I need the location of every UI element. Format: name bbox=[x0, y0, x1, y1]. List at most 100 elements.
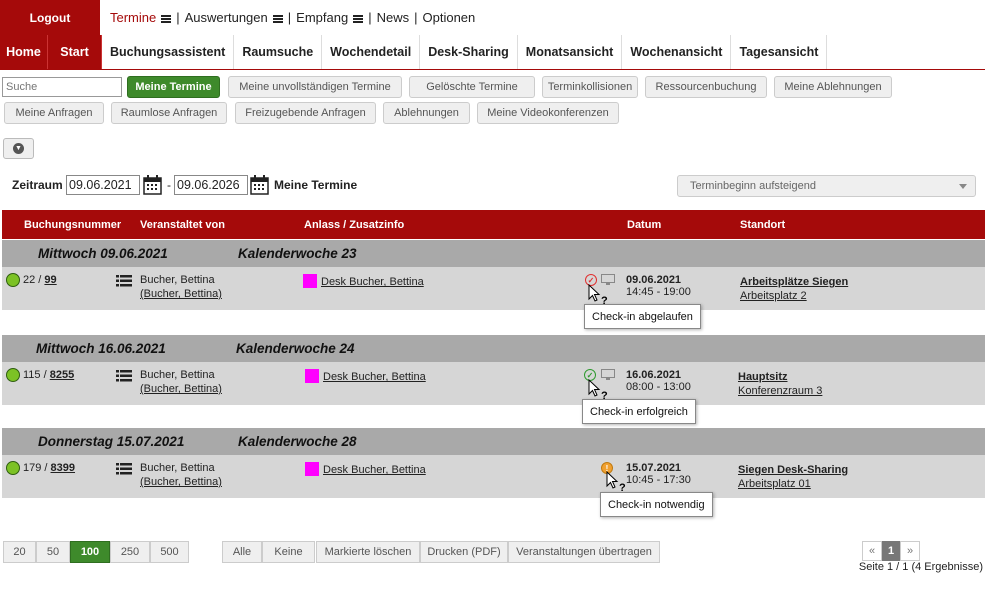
menu-termine[interactable]: Termine bbox=[110, 10, 172, 25]
booking-time: 10:45 - 17:30 bbox=[626, 474, 691, 486]
help-cursor-icon: ? bbox=[588, 284, 608, 306]
location-link[interactable]: Hauptsitz bbox=[738, 371, 788, 383]
booking-number: 179 / 8399 bbox=[23, 462, 75, 474]
filter-unvollstaendige[interactable]: Meine unvollständigen Termine bbox=[228, 76, 402, 98]
day-header: Mittwoch 09.06.2021 Kalenderwoche 23 bbox=[2, 240, 985, 267]
booking-prefix: 179 / bbox=[23, 462, 48, 474]
nav-raumsuche[interactable]: Raumsuche bbox=[234, 35, 323, 69]
booking-link[interactable]: 8399 bbox=[51, 462, 75, 474]
occasion-link[interactable]: Desk Bucher, Bettina bbox=[321, 276, 424, 288]
organizer-name: Bucher, Bettina bbox=[140, 369, 215, 381]
menu-separator: | bbox=[176, 10, 180, 25]
nav-tagesansicht[interactable]: Tagesansicht bbox=[731, 35, 828, 69]
page-size-100[interactable]: 100 bbox=[70, 541, 110, 563]
page-size-50[interactable]: 50 bbox=[36, 541, 70, 563]
calendar-icon[interactable] bbox=[143, 175, 162, 195]
table-row[interactable]: 115 / 8255 Bucher, Bettina (Bucher, Bett… bbox=[2, 362, 985, 405]
booking-link[interactable]: 99 bbox=[44, 274, 56, 286]
table-row[interactable]: 179 / 8399 Bucher, Bettina (Bucher, Bett… bbox=[2, 455, 985, 498]
calendar-icon[interactable] bbox=[250, 175, 269, 195]
booking-time: 08:00 - 13:00 bbox=[626, 381, 691, 393]
organizer-link[interactable]: (Bucher, Bettina) bbox=[140, 288, 222, 300]
pager-prev[interactable]: « bbox=[862, 541, 882, 561]
nav-wochendetail[interactable]: Wochendetail bbox=[322, 35, 421, 69]
menu-empfang[interactable]: Empfang bbox=[296, 10, 364, 25]
print-pdf-button[interactable]: Drucken (PDF) bbox=[420, 541, 508, 563]
table-row[interactable]: 22 / 99 Bucher, Bettina (Bucher, Bettina… bbox=[2, 267, 985, 310]
filter-ablehnungen-meine[interactable]: Meine Ablehnungen bbox=[774, 76, 892, 98]
chevron-down-icon: ▼ bbox=[13, 143, 24, 154]
checkin-tooltip: Check-in notwendig bbox=[600, 492, 713, 517]
booking-number: 22 / 99 bbox=[23, 274, 57, 286]
location-link[interactable]: Arbeitsplätze Siegen bbox=[740, 276, 848, 288]
occasion-color bbox=[305, 462, 319, 476]
top-bar: Logout Termine | Auswertungen | Empfang | N… bbox=[0, 0, 985, 35]
organizer-link[interactable]: (Bucher, Bettina) bbox=[140, 383, 222, 395]
location-link[interactable]: Siegen Desk-Sharing bbox=[738, 464, 848, 476]
help-cursor-icon: ? bbox=[588, 379, 608, 401]
booking-prefix: 22 / bbox=[23, 274, 42, 286]
date-to-input[interactable] bbox=[174, 175, 248, 195]
nav-desk-sharing[interactable]: Desk-Sharing bbox=[420, 35, 518, 69]
col-standort[interactable]: Standort bbox=[740, 219, 785, 231]
col-anlass[interactable]: Anlass / Zusatzinfo bbox=[304, 219, 404, 231]
transfer-events-button[interactable]: Veranstaltungen übertragen bbox=[508, 541, 660, 563]
sublocation-link[interactable]: Konferenzraum 3 bbox=[738, 385, 822, 397]
expand-filters-button[interactable]: ▼ bbox=[3, 138, 34, 159]
menu-separator: | bbox=[287, 10, 292, 25]
nav-start[interactable]: Start bbox=[48, 35, 102, 69]
filter-meine-anfragen[interactable]: Meine Anfragen bbox=[4, 102, 104, 124]
menu-news[interactable]: News bbox=[377, 10, 410, 25]
col-datum[interactable]: Datum bbox=[627, 219, 661, 231]
sublocation-link[interactable]: Arbeitsplatz 2 bbox=[740, 290, 807, 302]
filter-geloeschte[interactable]: Gelöschte Termine bbox=[409, 76, 535, 98]
organizer-link[interactable]: (Bucher, Bettina) bbox=[140, 476, 222, 488]
list-icon[interactable] bbox=[116, 275, 132, 287]
filter-meine-termine[interactable]: Meine Termine bbox=[127, 76, 220, 98]
status-dot-icon bbox=[6, 273, 20, 287]
filter-raumlose-anfragen[interactable]: Raumlose Anfragen bbox=[111, 102, 227, 124]
pager-current[interactable]: 1 bbox=[882, 541, 900, 561]
select-none-button[interactable]: Keine bbox=[262, 541, 315, 563]
page-size-500[interactable]: 500 bbox=[150, 541, 189, 563]
status-dot-icon bbox=[6, 368, 20, 382]
select-all-button[interactable]: Alle bbox=[222, 541, 262, 563]
status-dot-icon bbox=[6, 461, 20, 475]
main-nav: Home Start Buchungsassistent Raumsuche W… bbox=[0, 35, 985, 70]
col-veranstaltet-von[interactable]: Veranstaltet von bbox=[140, 219, 225, 231]
dropdown-arrow-icon bbox=[959, 184, 967, 189]
menu-optionen[interactable]: Optionen bbox=[423, 10, 476, 25]
week-label: Kalenderwoche 23 bbox=[238, 246, 357, 261]
nav-buchungsassistent[interactable]: Buchungsassistent bbox=[102, 35, 235, 69]
nav-monatsansicht[interactable]: Monatsansicht bbox=[517, 35, 623, 69]
booking-link[interactable]: 8255 bbox=[50, 369, 74, 381]
menu-label: Auswertungen bbox=[184, 10, 268, 25]
booking-prefix: 115 / bbox=[23, 369, 47, 381]
logout-button[interactable]: Logout bbox=[0, 0, 100, 35]
sublocation-link[interactable]: Arbeitsplatz 01 bbox=[738, 478, 811, 490]
pager-next[interactable]: » bbox=[900, 541, 920, 561]
nav-wochenansicht[interactable]: Wochenansicht bbox=[622, 35, 732, 69]
sort-select[interactable]: Terminbeginn aufsteigend bbox=[677, 175, 976, 197]
occasion-link[interactable]: Desk Bucher, Bettina bbox=[323, 371, 426, 383]
date-from-input[interactable] bbox=[66, 175, 140, 195]
filter-terminkollisionen[interactable]: Terminkollisionen bbox=[542, 76, 638, 98]
menu-auswertungen[interactable]: Auswertungen bbox=[185, 10, 283, 25]
filter-ablehnungen[interactable]: Ablehnungen bbox=[383, 102, 470, 124]
col-buchungsnummer[interactable]: Buchungsnummer bbox=[24, 219, 121, 231]
page-size-20[interactable]: 20 bbox=[3, 541, 36, 563]
filter-freizugebende[interactable]: Freizugebende Anfragen bbox=[235, 102, 376, 124]
occasion-link[interactable]: Desk Bucher, Bettina bbox=[323, 464, 426, 476]
filter-ressourcenbuchung[interactable]: Ressourcenbuchung bbox=[645, 76, 767, 98]
page-size-250[interactable]: 250 bbox=[110, 541, 150, 563]
booking-date: 16.06.2021 bbox=[626, 369, 682, 381]
list-icon[interactable] bbox=[116, 463, 132, 475]
search-input[interactable] bbox=[2, 77, 122, 97]
checkin-tooltip: Check-in erfolgreich bbox=[582, 399, 696, 424]
delete-marked-button[interactable]: Markierte löschen bbox=[316, 541, 420, 563]
filter-videokonferenzen[interactable]: Meine Videokonferenzen bbox=[477, 102, 619, 124]
nav-home[interactable]: Home bbox=[0, 35, 48, 69]
list-icon[interactable] bbox=[116, 370, 132, 382]
period-separator: - bbox=[167, 178, 171, 192]
occasion-color bbox=[303, 274, 317, 288]
